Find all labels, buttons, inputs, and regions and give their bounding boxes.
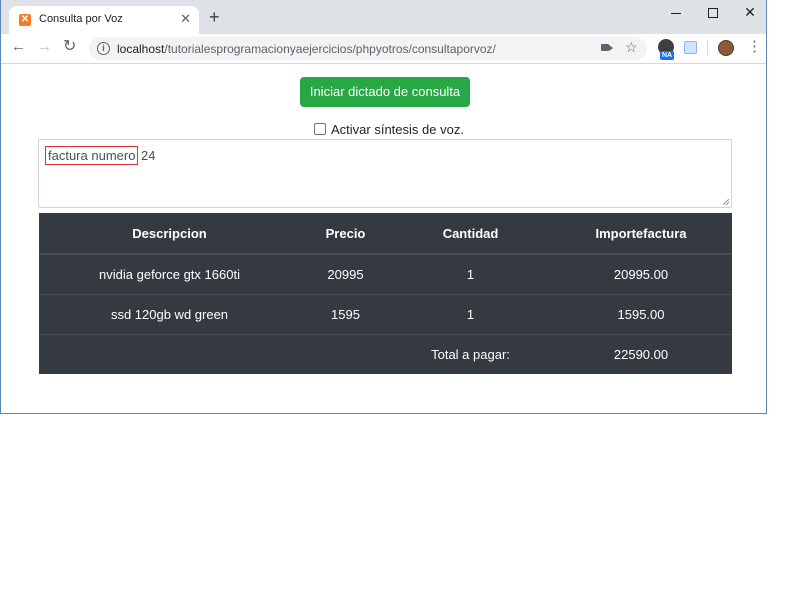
cell-precio: 1595 xyxy=(300,294,391,335)
header-precio: Precio xyxy=(300,213,391,255)
header-importe: Importefactura xyxy=(550,213,732,255)
reload-icon[interactable]: ↻ xyxy=(63,38,76,56)
synthesis-option[interactable]: Activar síntesis de voz. xyxy=(314,122,464,137)
table-header-row: Descripcion Precio Cantidad Importefactu… xyxy=(39,213,732,255)
browser-window: ✕ Consulta por Voz ✕ + ✕ ← → ↻ i localho… xyxy=(0,0,767,414)
query-textarea[interactable]: factura numero 24 xyxy=(38,139,732,208)
cell-cantidad: 1 xyxy=(391,294,550,335)
header-cantidad: Cantidad xyxy=(391,213,550,255)
synthesis-label: Activar síntesis de voz. xyxy=(331,122,464,137)
total-row: Total a pagar: 22590.00 xyxy=(39,334,732,374)
bookmark-star-icon[interactable]: ☆ xyxy=(625,39,638,56)
toolbar-divider xyxy=(707,40,708,56)
extension-icon-2[interactable] xyxy=(684,41,697,54)
query-rest: 24 xyxy=(137,148,156,163)
cell-importe: 1595.00 xyxy=(550,294,732,335)
table-row: ssd 120gb wd green 1595 1 1595.00 xyxy=(39,294,732,335)
extension-badge: NA xyxy=(660,51,675,60)
close-window-icon[interactable]: ✕ xyxy=(740,4,760,21)
browser-tab[interactable]: ✕ Consulta por Voz ✕ xyxy=(9,6,199,34)
cell-precio: 20995 xyxy=(300,253,391,295)
xampp-icon: ✕ xyxy=(19,14,31,26)
new-tab-icon[interactable]: + xyxy=(209,8,220,26)
maximize-icon[interactable] xyxy=(703,4,723,18)
query-highlight: factura numero xyxy=(44,146,139,165)
camera-icon[interactable] xyxy=(601,44,613,51)
invoice-table: Descripcion Precio Cantidad Importefactu… xyxy=(39,213,732,374)
back-arrow-icon[interactable]: ← xyxy=(11,38,26,56)
query-text: factura numero 24 xyxy=(44,146,156,165)
browser-toolbar: ← → ↻ i localhost/tutorialesprogramacion… xyxy=(1,34,766,64)
minimize-icon[interactable] xyxy=(666,4,686,14)
forward-arrow-icon[interactable]: → xyxy=(37,38,52,56)
resize-handle[interactable] xyxy=(723,199,729,205)
synthesis-checkbox[interactable] xyxy=(314,123,326,135)
table-row: nvidia geforce gtx 1660ti 20995 1 20995.… xyxy=(39,253,732,295)
address-bar[interactable]: i localhost/tutorialesprogramacionyaejer… xyxy=(89,37,647,60)
cell-descripcion: nvidia geforce gtx 1660ti xyxy=(39,253,300,295)
url-text[interactable]: localhost/tutorialesprogramacionyaejerci… xyxy=(117,42,496,56)
start-dictation-button[interactable]: Iniciar dictado de consulta xyxy=(300,77,470,107)
total-empty-cell xyxy=(300,334,391,374)
total-label: Total a pagar: xyxy=(391,334,550,374)
tab-title: Consulta por Voz xyxy=(39,13,123,25)
cell-cantidad: 1 xyxy=(391,253,550,295)
menu-dots-icon[interactable]: ⋮ xyxy=(747,38,762,56)
total-value: 22590.00 xyxy=(550,334,732,374)
cell-importe: 20995.00 xyxy=(550,253,732,295)
url-path: /tutorialesprogramacionyaejercicios/phpy… xyxy=(164,42,496,56)
url-host: localhost xyxy=(117,42,165,56)
close-tab-icon[interactable]: ✕ xyxy=(180,12,191,26)
header-descripcion: Descripcion xyxy=(39,213,300,255)
info-icon[interactable]: i xyxy=(97,42,110,55)
total-empty-cell xyxy=(39,334,300,374)
cell-descripcion: ssd 120gb wd green xyxy=(39,294,300,335)
profile-avatar[interactable] xyxy=(718,40,734,56)
tab-strip: ✕ Consulta por Voz ✕ + ✕ xyxy=(1,0,766,34)
